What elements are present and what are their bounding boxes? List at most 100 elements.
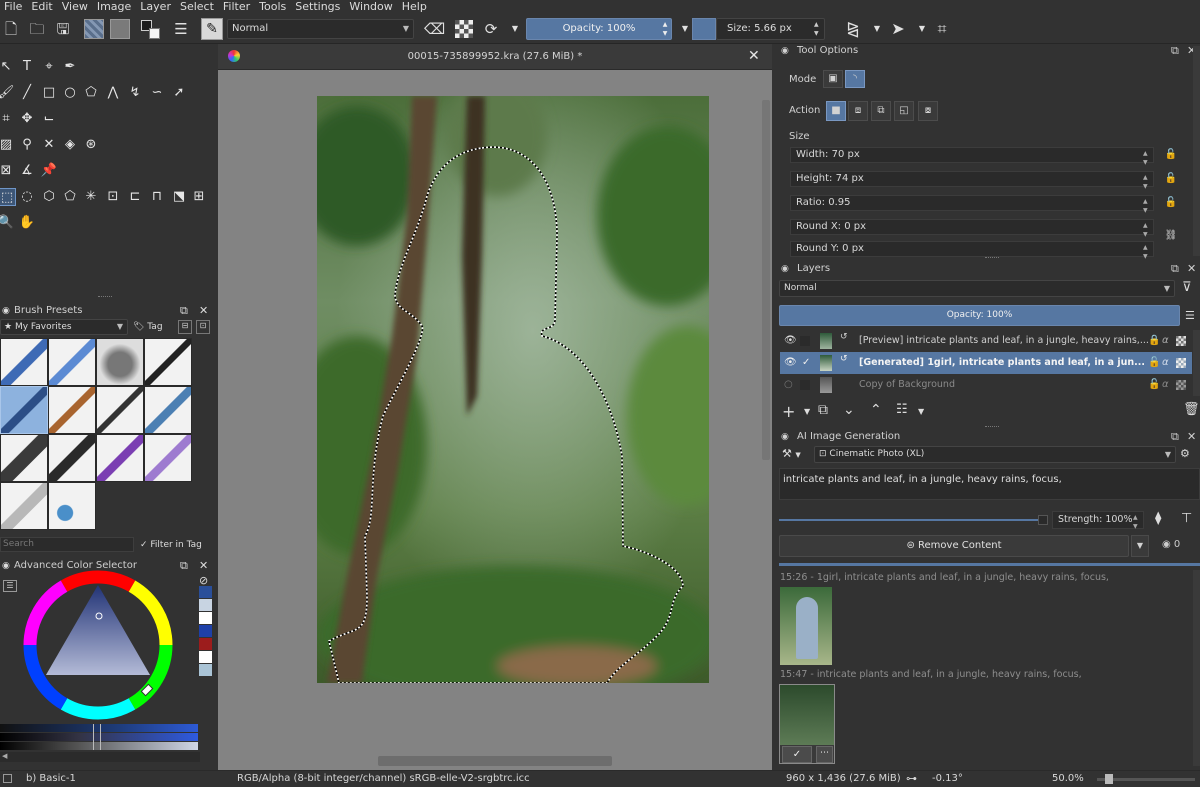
gradient-tool-icon[interactable]: ▨ (0, 136, 15, 154)
crop-tool-icon[interactable]: ⌗ (0, 110, 15, 128)
symmetric-diff-selection-icon[interactable]: ⧇ (918, 101, 938, 121)
polygon-tool-icon[interactable]: ⬠ (82, 84, 100, 102)
polyline-tool-icon[interactable]: ⋀ (104, 84, 122, 102)
layer-properties-options-icon[interactable]: ▼ (918, 407, 924, 416)
round-chain-icon[interactable]: ⛓ (1163, 228, 1179, 244)
style-settings-icon[interactable]: ⚙ (1180, 447, 1190, 460)
menu-window[interactable]: Window (345, 0, 397, 14)
style-select[interactable]: ⊡ Cinematic Photo (XL) ▼ (814, 446, 1176, 463)
float-docker-icon[interactable]: ⧉ (1171, 430, 1179, 444)
similar-color-selection-tool-icon[interactable]: ⊡ (104, 188, 122, 206)
horizontal-scrollbar[interactable] (378, 756, 612, 766)
assistant-tool-icon[interactable]: ⊠ (0, 162, 15, 180)
layer-properties-icon[interactable]: ☷ (896, 402, 908, 417)
brush-preset-tile-selected[interactable] (0, 386, 48, 434)
menu-file[interactable]: File (0, 0, 27, 14)
pan-tool-icon[interactable]: ✋ (18, 214, 36, 232)
enclose-fill-tool-icon[interactable]: ⊛ (82, 136, 100, 154)
rectangular-selection-tool-icon[interactable]: ⬚ (0, 188, 16, 206)
fill-tool-icon[interactable]: ◈ (61, 136, 79, 154)
delete-layer-icon[interactable]: 🗑 (1183, 402, 1200, 417)
layer-alpha-lock-icon[interactable] (1176, 336, 1186, 346)
menu-tools[interactable]: Tools (255, 0, 291, 14)
brush-search-input[interactable]: Search (0, 537, 134, 552)
menu-select[interactable]: Select (176, 0, 219, 14)
dropdown-arrow-icon[interactable]: ▼ (506, 20, 524, 38)
layer-visibility-icon[interactable]: 👁 (784, 330, 797, 352)
document-tab[interactable]: 00015-735899952.kra (27.6 MiB) * ✕ (218, 44, 772, 70)
selection-width-field[interactable]: Width: 70 px ▲ ▼ (790, 147, 1154, 166)
magnetic-selection-tool-icon[interactable]: ⊓ (148, 188, 166, 206)
eraser-mode-icon[interactable]: ⌫ (424, 20, 445, 38)
rectangle-tool-icon[interactable]: □ (40, 84, 58, 102)
result-menu-icon[interactable]: ⋯ (816, 746, 833, 763)
smart-patch-tool-icon[interactable]: ✕ (40, 136, 58, 154)
remove-content-button[interactable]: ⊜ Remove Content (779, 535, 1129, 557)
generate-options-icon[interactable]: ▼ (1131, 535, 1149, 557)
brush-preset-tile[interactable] (144, 338, 192, 386)
size-slider[interactable]: Size: 5.66 px ▲ ▼ (716, 18, 825, 40)
select-shapes-tool-icon[interactable]: ↖ (0, 58, 15, 76)
canvas-image[interactable] (317, 96, 709, 683)
float-docker-icon[interactable]: ⧉ (180, 304, 188, 318)
rotation-icon[interactable]: ⊶ (906, 771, 917, 787)
scroll-left-icon[interactable]: ◀ (2, 752, 7, 760)
view-mode-icon[interactable]: ⊡ (196, 320, 210, 334)
layers-scrollbar[interactable] (1193, 330, 1200, 396)
opacity-slider[interactable]: Opacity: 100% ▲ ▼ (526, 18, 672, 40)
layer-alpha-icon[interactable]: α (1162, 352, 1169, 374)
gradient-preset-icon[interactable] (84, 19, 104, 39)
brush-preset-tile[interactable] (144, 386, 192, 434)
brush-preset-tile[interactable] (48, 386, 96, 434)
strength-slider-handle[interactable] (1038, 515, 1048, 525)
move-layer-down-icon[interactable]: ⌄ (843, 402, 855, 418)
menu-view[interactable]: View (58, 0, 93, 14)
wrap-around-icon[interactable]: ⌗ (933, 20, 951, 38)
float-docker-icon[interactable]: ⧉ (1171, 262, 1179, 276)
color-swatch[interactable] (199, 586, 212, 598)
close-docker-icon[interactable]: ✕ (199, 304, 208, 318)
bezier-tool-icon[interactable]: ↯ (126, 84, 144, 102)
bezier-selection-tool-icon[interactable]: ⊏ (126, 188, 144, 206)
ai-selection-tool-icon[interactable]: ⊞ (190, 188, 208, 206)
workspace-switch-icon[interactable]: ⚒ ▼ (782, 447, 801, 460)
layer-alpha-icon[interactable]: α (1162, 330, 1169, 352)
close-docker-icon[interactable]: ✕ (199, 559, 208, 573)
color-wheel[interactable] (22, 569, 174, 721)
filter-in-tag-checkbox[interactable]: ✓ Filter in Tag (140, 538, 215, 552)
color-swatch[interactable] (199, 638, 212, 650)
brush-preset-tile[interactable] (48, 482, 96, 530)
prompt-input[interactable]: intricate plants and leaf, in a jungle, … (779, 468, 1200, 500)
layer-checkbox[interactable] (800, 336, 810, 346)
layer-visibility-icon[interactable]: 👁 (784, 352, 797, 374)
layer-row-selected[interactable]: 👁 ✓ ↺ [Generated] 1girl, intricate plant… (780, 352, 1192, 374)
menu-help[interactable]: Help (398, 0, 432, 14)
vertical-scrollbar[interactable] (762, 100, 770, 460)
measure-tool-icon[interactable]: ∡ (18, 162, 36, 180)
brush-preset-tile[interactable] (96, 386, 144, 434)
round-y-field[interactable]: Round Y: 0 px ▲ ▼ (790, 241, 1154, 260)
replace-selection-icon[interactable]: ■ (826, 101, 846, 121)
ellipse-tool-icon[interactable]: ○ (61, 84, 79, 102)
mode-shape-icon[interactable]: ◝ (845, 70, 865, 88)
layer-lock-icon[interactable]: 🔒 (1148, 330, 1160, 352)
layer-alpha-lock-icon[interactable] (1176, 380, 1186, 390)
float-docker-icon[interactable]: ⧉ (1171, 44, 1179, 58)
polygonal-selection-tool-icon[interactable]: ⬡ (40, 188, 58, 206)
brush-preset-tile[interactable] (48, 434, 96, 482)
history-thumbnail-selected[interactable]: ✓ ⋯ (779, 684, 835, 764)
pattern-preset-icon[interactable] (110, 19, 130, 39)
dynamic-brush-tool-icon[interactable]: ➚ (170, 84, 188, 102)
menu-settings[interactable]: Settings (291, 0, 345, 14)
new-document-icon[interactable]: 🗋 (2, 20, 20, 38)
mirror-h-options-icon[interactable]: ▼ (868, 20, 886, 38)
close-document-icon[interactable]: ✕ (748, 48, 760, 64)
dock-splitter[interactable] (985, 257, 999, 259)
freehand-path-tool-icon[interactable]: ∽ (148, 84, 166, 102)
round-x-field[interactable]: Round X: 0 px ▲ ▼ (790, 219, 1154, 238)
close-docker-icon[interactable]: ✕ (1187, 430, 1196, 444)
tool-options-scrollbar[interactable] (1193, 46, 1200, 256)
brush-preset-tile[interactable] (48, 338, 96, 386)
strength-slider-track[interactable] (779, 519, 1038, 521)
blend-mode-select[interactable]: Normal ▼ (227, 19, 414, 39)
